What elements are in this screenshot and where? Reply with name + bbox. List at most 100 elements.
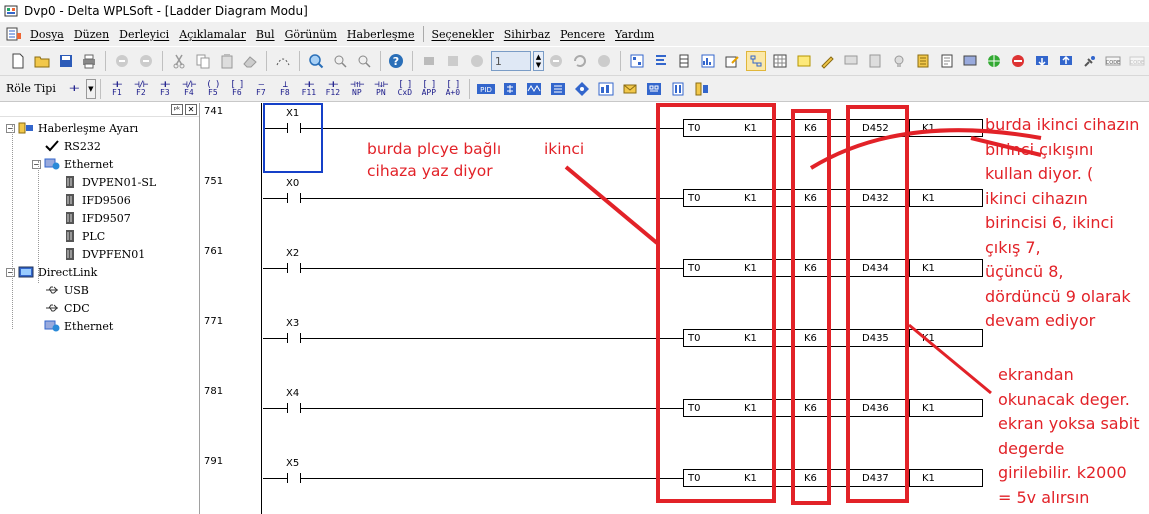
print-icon[interactable]	[79, 51, 99, 71]
settings-diamond-icon[interactable]	[572, 79, 592, 99]
normally-open-contact[interactable]	[287, 473, 301, 483]
function-key-f3[interactable]: ⊣⊢ F3	[154, 78, 176, 100]
menu-gorunum[interactable]: Görünüm	[280, 28, 342, 41]
upload-icon[interactable]	[1056, 51, 1076, 71]
vertical-bars-icon[interactable]	[668, 79, 688, 99]
tree-collapse-icon[interactable]: −	[32, 159, 41, 169]
normally-open-contact[interactable]	[287, 403, 301, 413]
note-icon[interactable]	[794, 51, 814, 71]
function-key-app[interactable]: [ ] APP	[418, 78, 440, 100]
ladder-diagram-editor[interactable]: 741 X1 T0 K1 K6 D452 K1 751 X0 T0 K1 K6 D432 K1 761 X2 T…	[201, 103, 1149, 514]
zoom-out-icon[interactable]	[354, 51, 374, 71]
pen-icon[interactable]	[818, 51, 838, 71]
transfer-icon[interactable]	[443, 51, 463, 71]
monitor-icon[interactable]	[960, 51, 980, 71]
function-key-f7[interactable]: — F7	[250, 78, 272, 100]
download-icon[interactable]	[1032, 51, 1052, 71]
memory-icon[interactable]	[913, 51, 933, 71]
tree-item-ifd9506[interactable]: IFD9506	[50, 191, 131, 209]
function-key-f12[interactable]: ⊣⊢ F12	[322, 78, 344, 100]
code-icon[interactable]: CODE	[1103, 51, 1123, 71]
menu-yardim[interactable]: Yardım	[610, 28, 659, 41]
function-key-cxd[interactable]: [ ] CxD	[394, 78, 416, 100]
function-key-f2[interactable]: ⊣/⊢ F2	[130, 78, 152, 100]
tree-item-dvpfen01[interactable]: DVPFEN01	[50, 245, 145, 263]
tree-item-usb[interactable]: USB	[32, 281, 89, 299]
info-icon[interactable]	[467, 51, 487, 71]
cut-icon[interactable]	[169, 51, 189, 71]
tree-item-ethernet[interactable]: − Ethernet	[32, 155, 113, 173]
menu-aciklamalar[interactable]: Açıklamalar	[174, 28, 251, 41]
tree-item-ifd9507[interactable]: IFD9507	[50, 209, 131, 227]
function-key-a+0[interactable]: [ ] A+0	[442, 78, 464, 100]
step-spinner[interactable]: ▲ ▼	[532, 51, 545, 71]
menu-derleyici[interactable]: Derleyici	[114, 28, 174, 41]
function-key-f1[interactable]: ⊣⊢ F1	[106, 78, 128, 100]
table-icon[interactable]	[770, 51, 790, 71]
zoom-in-icon[interactable]	[330, 51, 350, 71]
plc-grid-icon[interactable]	[644, 79, 664, 99]
pin-icon[interactable]: ᵖᵏ	[171, 104, 183, 115]
menu-bul[interactable]: Bul	[251, 28, 280, 41]
stop-icon[interactable]	[594, 51, 614, 71]
menu-duzen[interactable]: Düzen	[69, 28, 114, 41]
sfc-mode-icon[interactable]	[675, 51, 695, 71]
chart-icon[interactable]	[698, 51, 718, 71]
mail-icon[interactable]	[620, 79, 640, 99]
function-key-f8[interactable]: ⊥ F8	[274, 78, 296, 100]
function-key-f6[interactable]: [ ] F6	[226, 78, 248, 100]
normally-open-contact[interactable]	[287, 333, 301, 343]
open-folder-icon[interactable]	[32, 51, 52, 71]
close-icon[interactable]: ✕	[185, 104, 197, 115]
bulb-icon[interactable]	[889, 51, 909, 71]
edit-icon[interactable]	[722, 51, 742, 71]
tree-item-rs232[interactable]: RS232	[32, 137, 101, 155]
tree-item-ethernet[interactable]: Ethernet	[32, 317, 113, 335]
new-file-icon[interactable]	[8, 51, 28, 71]
network-icon[interactable]	[500, 79, 520, 99]
normally-open-contact[interactable]	[287, 193, 301, 203]
tree-item-haberle-me-ayar-[interactable]: − Haberleşme Ayarı	[6, 119, 138, 137]
waveform-icon[interactable]	[524, 79, 544, 99]
function-key-pn[interactable]: ⊣↓⊢ PN	[370, 78, 392, 100]
save-icon[interactable]	[56, 51, 76, 71]
relay-type-dropdown[interactable]: ▼	[85, 78, 96, 99]
connect-line-icon[interactable]	[273, 51, 293, 71]
compile-icon[interactable]	[419, 51, 439, 71]
eraser-icon[interactable]	[240, 51, 260, 71]
pid-icon[interactable]: PID	[476, 79, 496, 99]
list-icon[interactable]	[865, 51, 885, 71]
menu-haberlesme[interactable]: Haberleşme	[342, 28, 420, 41]
tree-item-plc[interactable]: PLC	[50, 227, 105, 245]
function-key-np[interactable]: ⊣↑⊢ NP	[346, 78, 368, 100]
relay-contact-icon[interactable]: ⊣⊢	[63, 78, 85, 100]
paste-icon[interactable]	[217, 51, 237, 71]
device-comment-icon[interactable]	[746, 51, 766, 71]
satellite-icon[interactable]	[1080, 51, 1100, 71]
code-disabled-icon[interactable]: CODE	[1127, 51, 1147, 71]
tree-item-cdc[interactable]: CDC	[32, 299, 90, 317]
function-key-f5[interactable]: ( ) F5	[202, 78, 224, 100]
tree-item-dvpen01-sl[interactable]: DVPEN01-SL	[50, 173, 156, 191]
stop-red-icon[interactable]	[1008, 51, 1028, 71]
search-icon[interactable]	[306, 51, 326, 71]
help-icon[interactable]: ?	[387, 51, 407, 71]
tree-collapse-icon[interactable]: −	[6, 123, 15, 133]
function-key-f4[interactable]: ⊣/⊢ F4	[178, 78, 200, 100]
comment-icon[interactable]	[841, 51, 861, 71]
menu-secenekler[interactable]: Seçenekler	[427, 28, 499, 41]
normally-open-contact[interactable]	[287, 263, 301, 273]
tree-item-directlink[interactable]: − DirectLink	[6, 263, 97, 281]
grid-icon[interactable]	[548, 79, 568, 99]
undo-icon[interactable]	[112, 51, 132, 71]
refresh-icon[interactable]	[570, 51, 590, 71]
minus-icon[interactable]	[546, 51, 566, 71]
ladder-mode-icon[interactable]	[627, 51, 647, 71]
copy-icon[interactable]	[193, 51, 213, 71]
redo-icon[interactable]	[136, 51, 156, 71]
menu-pencere[interactable]: Pencere	[555, 28, 610, 41]
menu-dosya[interactable]: Dosya	[25, 28, 69, 41]
module-config-icon[interactable]	[692, 79, 712, 99]
menu-sihirbaz[interactable]: Sihirbaz	[499, 28, 555, 41]
chart-blocks-icon[interactable]	[596, 79, 616, 99]
